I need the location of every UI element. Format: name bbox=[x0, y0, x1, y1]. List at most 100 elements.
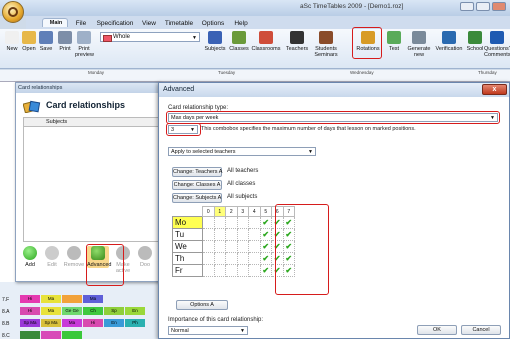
relationships-list[interactable] bbox=[23, 127, 163, 242]
minimize-button[interactable] bbox=[460, 2, 474, 11]
period-header[interactable]: 3 bbox=[236, 206, 249, 217]
ribbon-button[interactable]: Classrooms bbox=[251, 31, 281, 52]
grid-cell[interactable] bbox=[213, 216, 226, 229]
class-view-select[interactable]: Whole ▼ bbox=[100, 32, 200, 42]
change-classes-button[interactable]: Change: Classes A bbox=[172, 180, 222, 190]
lesson-card[interactable] bbox=[62, 331, 82, 339]
day-header[interactable]: Mo bbox=[172, 216, 203, 229]
ribbon-button[interactable]: Print bbox=[56, 31, 74, 52]
lesson-card[interactable]: Ma bbox=[83, 295, 103, 303]
tab-options[interactable]: Options bbox=[198, 18, 228, 29]
change-teachers-button[interactable]: Change: Teachers A bbox=[172, 167, 222, 177]
lesson-card[interactable]: Hi bbox=[20, 295, 40, 303]
grid-cell[interactable] bbox=[213, 228, 226, 241]
grid-cell[interactable] bbox=[225, 216, 238, 229]
grid-cell[interactable] bbox=[248, 240, 261, 253]
change-subjects-button[interactable]: Change: Subjects A bbox=[172, 193, 222, 203]
ribbon-button[interactable]: Teachers bbox=[283, 31, 311, 52]
column-subjects[interactable]: Subjects bbox=[46, 118, 67, 127]
grid-cell[interactable] bbox=[225, 264, 238, 277]
grid-cell[interactable] bbox=[202, 228, 215, 241]
apply-to-select[interactable]: Apply to selected teachers ▼ bbox=[168, 147, 316, 156]
tab-specification[interactable]: Specification bbox=[94, 18, 136, 29]
grid-cell[interactable]: ✔ bbox=[259, 264, 272, 277]
ribbon-button[interactable]: Save bbox=[37, 31, 55, 52]
tab-timetable[interactable]: Timetable bbox=[162, 18, 196, 29]
maximize-button[interactable] bbox=[476, 2, 490, 11]
grid-cell[interactable] bbox=[225, 228, 238, 241]
grid-cell[interactable] bbox=[213, 240, 226, 253]
day-header[interactable]: Fr bbox=[172, 264, 203, 277]
grid-cell[interactable]: ✔ bbox=[259, 228, 272, 241]
grid-cell[interactable] bbox=[236, 264, 249, 277]
lesson-card[interactable]: Ma bbox=[41, 295, 61, 303]
tab-help[interactable]: Help bbox=[230, 18, 252, 29]
lesson-card[interactable]: Sp Ma bbox=[41, 319, 61, 327]
edit-button[interactable]: Edit bbox=[41, 246, 63, 268]
importance-select[interactable]: Normal ▼ bbox=[168, 326, 248, 335]
lesson-card[interactable]: Ch bbox=[83, 307, 103, 315]
lesson-card[interactable]: Ph bbox=[125, 319, 145, 327]
lesson-card[interactable] bbox=[20, 331, 40, 339]
lesson-card[interactable]: En bbox=[104, 319, 124, 327]
grid-cell[interactable] bbox=[248, 264, 261, 277]
ribbon-button[interactable]: School bbox=[466, 31, 484, 52]
grid-cell[interactable]: ✔ bbox=[259, 240, 272, 253]
period-header[interactable]: 2 bbox=[225, 206, 238, 217]
day-header[interactable]: Th bbox=[172, 252, 203, 265]
tab-main[interactable]: Main bbox=[42, 18, 68, 27]
grid-cell[interactable] bbox=[202, 252, 215, 265]
ribbon-button[interactable]: Verification bbox=[434, 31, 464, 52]
lesson-card[interactable]: Sp Ma bbox=[20, 319, 40, 327]
ribbon-button[interactable]: Rotations bbox=[354, 31, 382, 52]
tab-view[interactable]: View bbox=[138, 18, 160, 29]
grid-cell[interactable] bbox=[248, 252, 261, 265]
grid-cell[interactable] bbox=[236, 216, 249, 229]
lesson-card[interactable] bbox=[62, 295, 82, 303]
grid-cell[interactable]: ✔ bbox=[259, 216, 272, 229]
ribbon-button[interactable]: Open bbox=[20, 31, 38, 52]
ribbon-button[interactable]: Questions? Comments? Writ bbox=[484, 31, 510, 58]
ribbon-button[interactable]: Generate new bbox=[404, 31, 434, 58]
lesson-card[interactable]: Ma bbox=[62, 319, 82, 327]
grid-cell[interactable]: ✔ bbox=[259, 252, 272, 265]
ribbon-button[interactable]: Print preview bbox=[75, 31, 94, 58]
ribbon-button[interactable]: Subjects bbox=[203, 31, 227, 52]
grid-cell[interactable] bbox=[213, 252, 226, 265]
grid-cell[interactable] bbox=[236, 240, 249, 253]
grid-cell[interactable] bbox=[202, 216, 215, 229]
app-menu-button[interactable] bbox=[2, 1, 24, 23]
period-header[interactable]: 1 bbox=[213, 206, 226, 217]
lesson-card[interactable]: Ge Ge bbox=[62, 307, 82, 315]
close-window-button[interactable] bbox=[492, 2, 506, 11]
dialog-close-button[interactable]: x bbox=[482, 84, 507, 95]
options-button[interactable]: Options A bbox=[176, 300, 228, 310]
lesson-card[interactable] bbox=[41, 331, 61, 339]
day-header[interactable]: We bbox=[172, 240, 203, 253]
ribbon-button[interactable]: Test bbox=[385, 31, 403, 52]
period-header[interactable]: 5 bbox=[259, 206, 272, 217]
grid-cell[interactable] bbox=[248, 228, 261, 241]
grid-cell[interactable] bbox=[248, 216, 261, 229]
add-button[interactable]: Add bbox=[19, 246, 41, 268]
day-header[interactable]: Tu bbox=[172, 228, 203, 241]
lesson-card[interactable]: Hi bbox=[20, 307, 40, 315]
lesson-card[interactable]: Hi bbox=[83, 319, 103, 327]
grid-cell[interactable] bbox=[202, 264, 215, 277]
remove-button[interactable]: Remove bbox=[63, 246, 85, 268]
cancel-button[interactable]: Cancel bbox=[461, 325, 501, 335]
grid-cell[interactable] bbox=[202, 240, 215, 253]
grid-cell[interactable] bbox=[225, 252, 238, 265]
do-button[interactable]: Doo bbox=[134, 246, 156, 268]
ribbon-button[interactable]: Students Seminars bbox=[312, 31, 340, 58]
tab-file[interactable]: File bbox=[70, 18, 92, 29]
period-header[interactable]: 0 bbox=[202, 206, 215, 217]
lesson-card[interactable]: Ma bbox=[41, 307, 61, 315]
grid-cell[interactable] bbox=[213, 264, 226, 277]
period-header[interactable]: 4 bbox=[248, 206, 261, 217]
grid-cell[interactable] bbox=[236, 252, 249, 265]
lesson-card[interactable]: Sp bbox=[104, 307, 124, 315]
grid-cell[interactable] bbox=[225, 240, 238, 253]
ribbon-button[interactable]: Classes bbox=[228, 31, 250, 52]
lesson-card[interactable]: En bbox=[125, 307, 145, 315]
